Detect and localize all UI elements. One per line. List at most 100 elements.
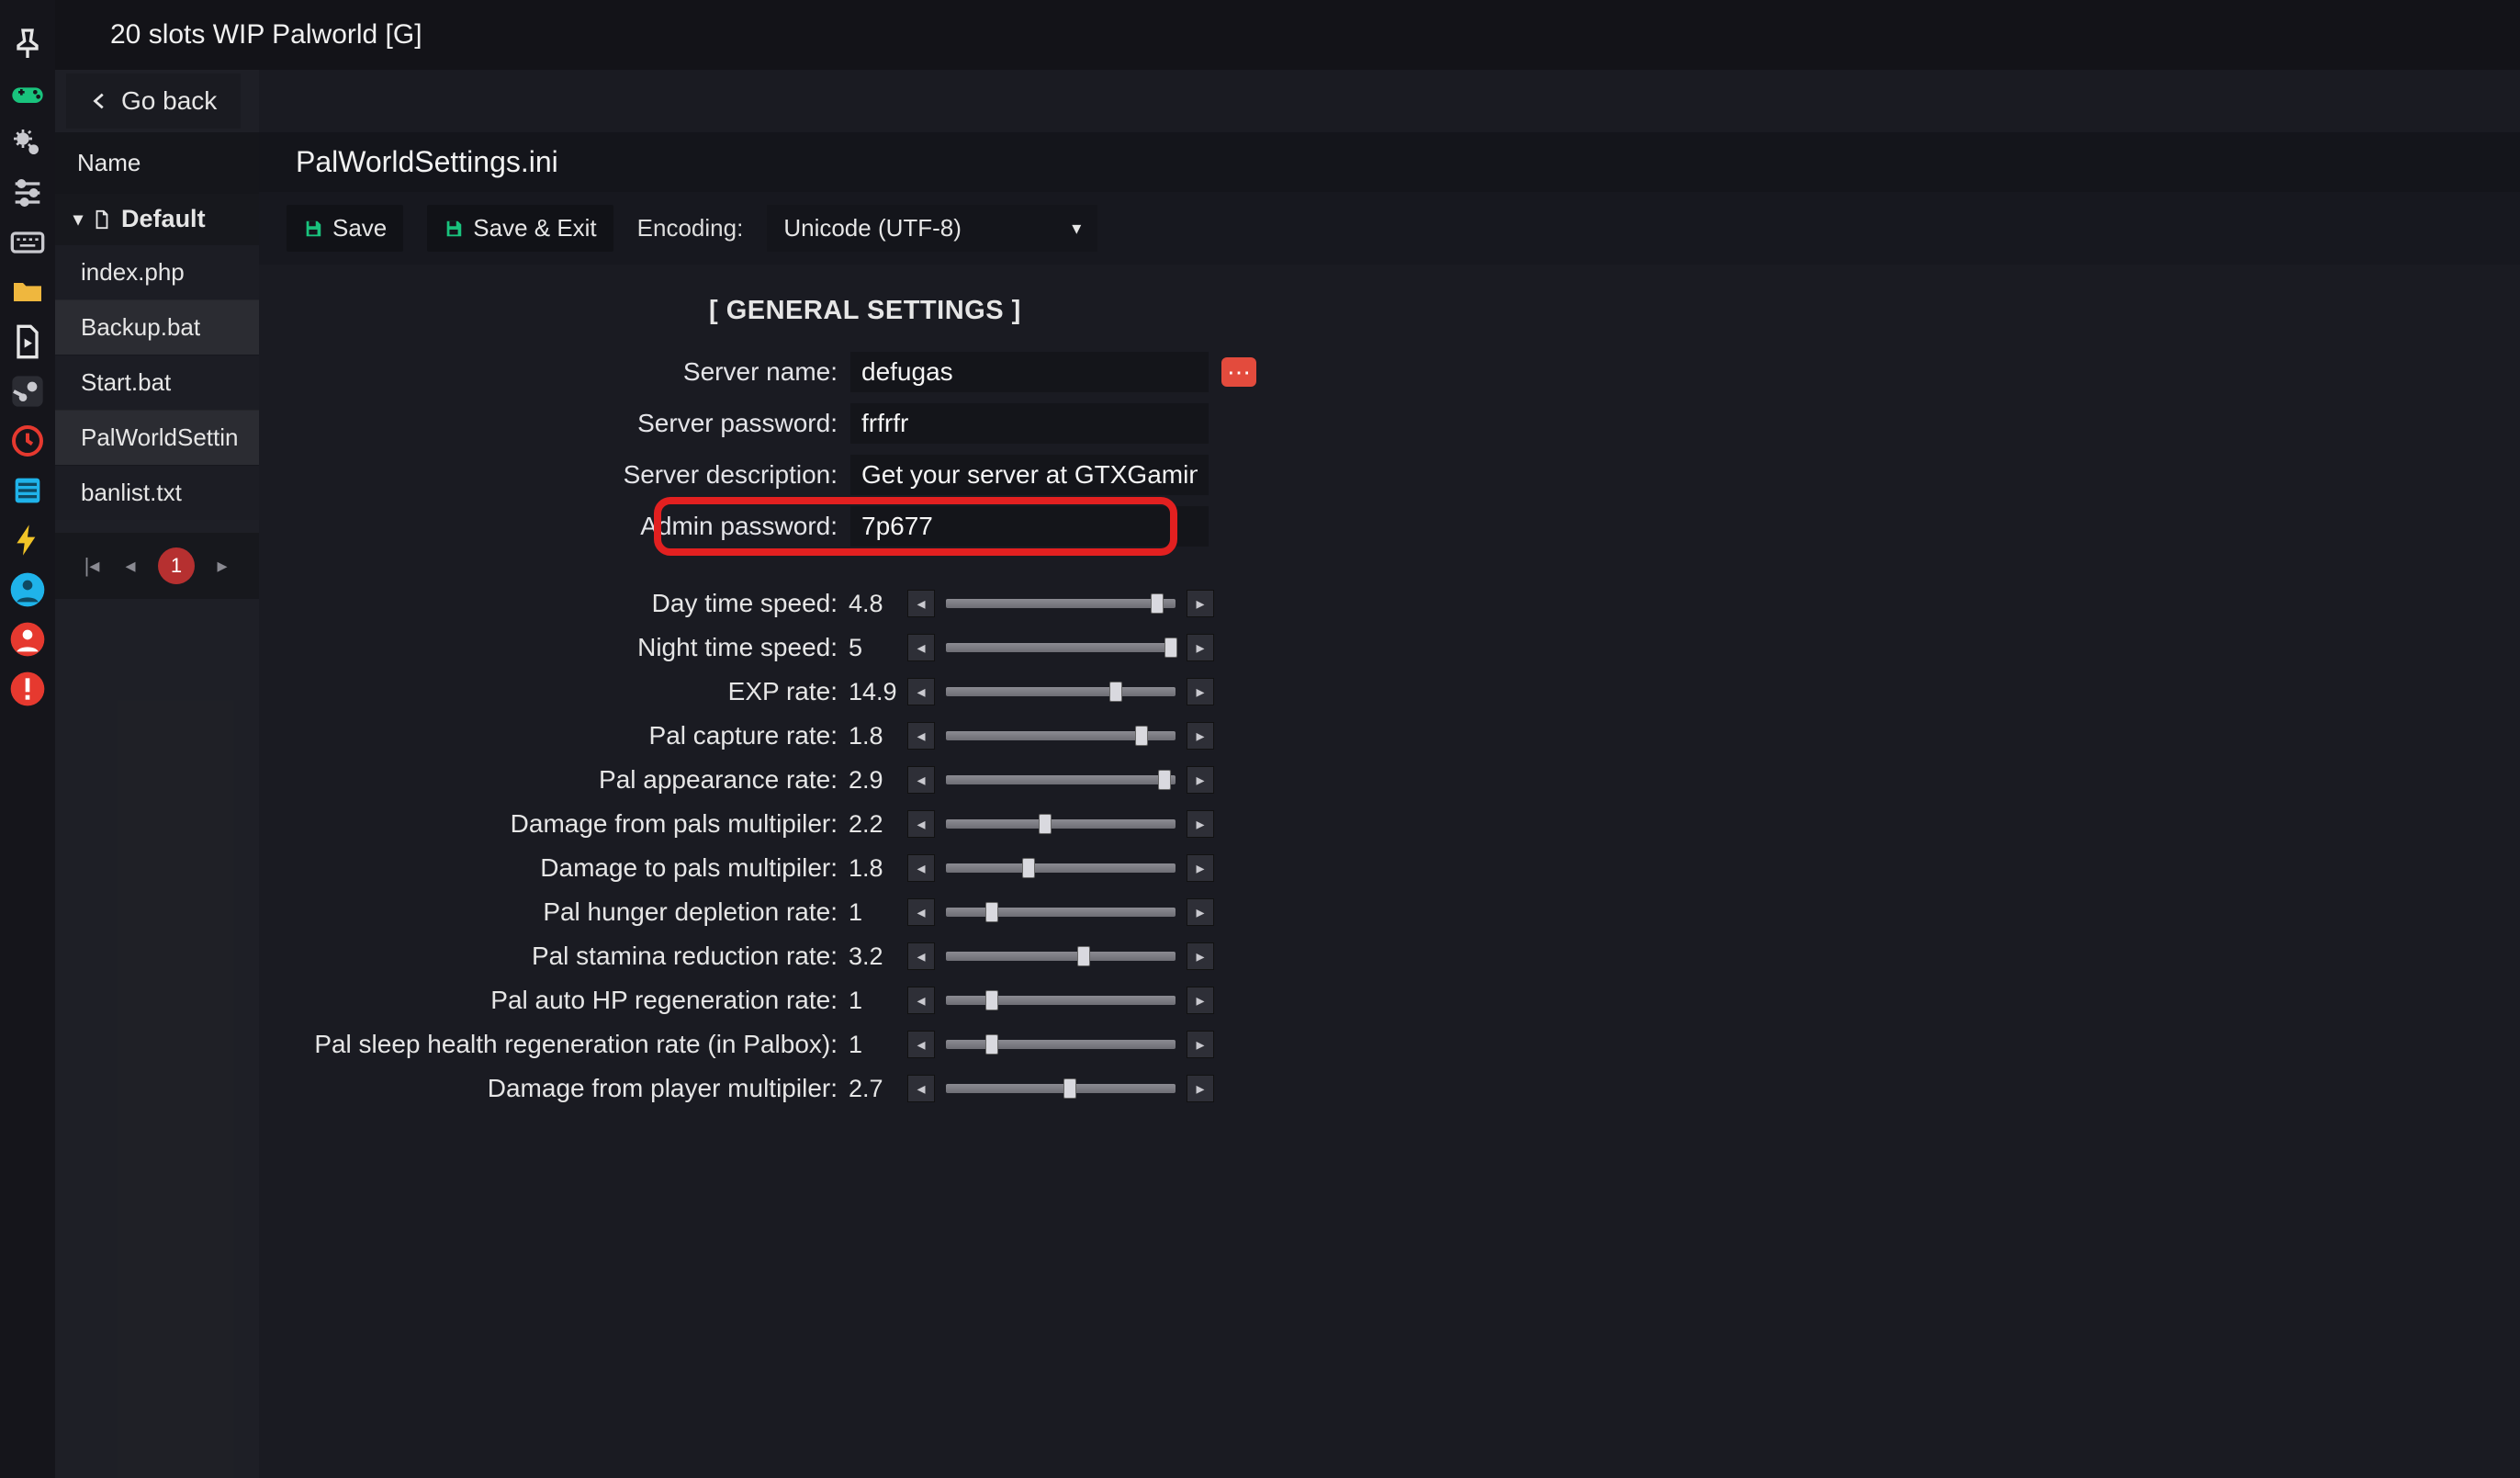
slider-thumb[interactable] [1164, 637, 1177, 658]
slider-thumb[interactable] [985, 1034, 998, 1055]
gamepad-icon[interactable] [9, 75, 46, 112]
slider-increment-button[interactable]: ▸ [1187, 898, 1214, 926]
left-icon-rail [0, 0, 55, 1478]
slider-decrement-button[interactable]: ◂ [907, 854, 935, 882]
slider-thumb[interactable] [1158, 770, 1171, 790]
slider-row: Damage from pals multipiler:2.2◂▸ [259, 804, 2520, 844]
setting-row: Server name: ⋯ [259, 346, 2520, 398]
slider-decrement-button[interactable]: ◂ [907, 634, 935, 661]
sliders-icon[interactable] [9, 175, 46, 211]
slider-decrement-button[interactable]: ◂ [907, 1031, 935, 1058]
save-icon [303, 219, 323, 239]
user-circle-icon[interactable] [9, 571, 46, 608]
save-exit-label: Save & Exit [473, 214, 596, 243]
slider-track[interactable] [946, 731, 1176, 740]
slider-increment-button[interactable]: ▸ [1187, 942, 1214, 970]
slider-increment-button[interactable]: ▸ [1187, 590, 1214, 617]
more-button[interactable]: ⋯ [1221, 357, 1256, 387]
folder-icon[interactable] [9, 274, 46, 310]
user-alert-icon[interactable] [9, 621, 46, 658]
slider-track[interactable] [946, 819, 1176, 829]
slider-track[interactable] [946, 1084, 1176, 1093]
slider-increment-button[interactable]: ▸ [1187, 1031, 1214, 1058]
slider-increment-button[interactable]: ▸ [1187, 722, 1214, 750]
pager-first-button[interactable]: |◂ [81, 554, 103, 578]
slider-decrement-button[interactable]: ◂ [907, 1075, 935, 1102]
setting-input[interactable] [850, 506, 1209, 547]
file-play-icon[interactable] [9, 323, 46, 360]
slider-thumb[interactable] [985, 902, 998, 922]
encoding-select[interactable]: Unicode (UTF-8) ▾ [767, 205, 1097, 252]
slider-value: 5 [849, 634, 896, 662]
slider-row: Damage from player multipiler:2.7◂▸ [259, 1068, 2520, 1109]
setting-input[interactable] [850, 403, 1209, 444]
pager-prev-button[interactable]: ◂ [119, 554, 141, 578]
slider-value: 1 [849, 898, 896, 927]
slider-track[interactable] [946, 687, 1176, 696]
save-button[interactable]: Save [287, 205, 403, 252]
slider-track[interactable] [946, 996, 1176, 1005]
caret-down-icon: ▾ [73, 208, 83, 231]
slider-track[interactable] [946, 775, 1176, 784]
slider-decrement-button[interactable]: ◂ [907, 898, 935, 926]
slider-track[interactable] [946, 1040, 1176, 1049]
slider-track[interactable] [946, 863, 1176, 873]
slider-thumb[interactable] [985, 990, 998, 1010]
error-icon[interactable] [9, 671, 46, 707]
setting-input[interactable] [850, 352, 1209, 392]
clock-icon[interactable] [9, 423, 46, 459]
file-tree-item[interactable]: Backup.bat [55, 299, 259, 355]
file-tree-item[interactable]: Start.bat [55, 355, 259, 410]
window-title-bar: 20 slots WIP Palworld [G] [55, 0, 2520, 70]
slider-value: 1 [849, 987, 896, 1015]
keyboard-icon[interactable] [9, 224, 46, 261]
setting-label: Server password: [287, 409, 838, 438]
slider-track[interactable] [946, 643, 1176, 652]
slider-value: 4.8 [849, 590, 896, 618]
file-tree-item[interactable]: banlist.txt [55, 465, 259, 520]
content-area: Go back Name ▾ Default index.phpBackup.b… [55, 70, 2520, 1478]
slider-thumb[interactable] [1109, 682, 1122, 702]
pager-next-button[interactable]: ▸ [211, 554, 233, 578]
slider-increment-button[interactable]: ▸ [1187, 766, 1214, 794]
setting-label: Admin password: [287, 512, 838, 541]
slider-value: 2.2 [849, 810, 896, 839]
slider-increment-button[interactable]: ▸ [1187, 678, 1214, 705]
slider-decrement-button[interactable]: ◂ [907, 722, 935, 750]
file-tree-item[interactable]: PalWorldSettin [55, 410, 259, 465]
editor-file-title: PalWorldSettings.ini [259, 132, 2520, 192]
slider-increment-button[interactable]: ▸ [1187, 810, 1214, 838]
slider-increment-button[interactable]: ▸ [1187, 854, 1214, 882]
slider-decrement-button[interactable]: ◂ [907, 987, 935, 1014]
editor-panel: PalWorldSettings.ini Save Save & Exit En… [259, 70, 2520, 1478]
slider-increment-button[interactable]: ▸ [1187, 987, 1214, 1014]
slider-track[interactable] [946, 599, 1176, 608]
save-exit-button[interactable]: Save & Exit [427, 205, 613, 252]
slider-thumb[interactable] [1022, 858, 1035, 878]
file-tree-folder-default[interactable]: ▾ Default [55, 194, 259, 244]
slider-thumb[interactable] [1151, 593, 1164, 614]
slider-thumb[interactable] [1063, 1078, 1076, 1099]
slider-decrement-button[interactable]: ◂ [907, 810, 935, 838]
slider-row: Damage to pals multipiler:1.8◂▸ [259, 848, 2520, 888]
file-tree-item[interactable]: index.php [55, 244, 259, 299]
pin-icon[interactable] [9, 26, 46, 62]
slider-decrement-button[interactable]: ◂ [907, 942, 935, 970]
slider-decrement-button[interactable]: ◂ [907, 766, 935, 794]
gears-icon[interactable] [9, 125, 46, 162]
setting-label: Server name: [287, 357, 838, 387]
slider-increment-button[interactable]: ▸ [1187, 1075, 1214, 1102]
slider-increment-button[interactable]: ▸ [1187, 634, 1214, 661]
bolt-icon[interactable] [9, 522, 46, 558]
drive-icon[interactable] [9, 472, 46, 509]
slider-track[interactable] [946, 908, 1176, 917]
slider-decrement-button[interactable]: ◂ [907, 678, 935, 705]
slider-thumb[interactable] [1135, 726, 1148, 746]
slider-thumb[interactable] [1039, 814, 1052, 834]
setting-input[interactable] [850, 455, 1209, 495]
slider-thumb[interactable] [1077, 946, 1090, 966]
steam-icon[interactable] [9, 373, 46, 410]
slider-decrement-button[interactable]: ◂ [907, 590, 935, 617]
go-back-button[interactable]: Go back [66, 73, 241, 129]
slider-track[interactable] [946, 952, 1176, 961]
